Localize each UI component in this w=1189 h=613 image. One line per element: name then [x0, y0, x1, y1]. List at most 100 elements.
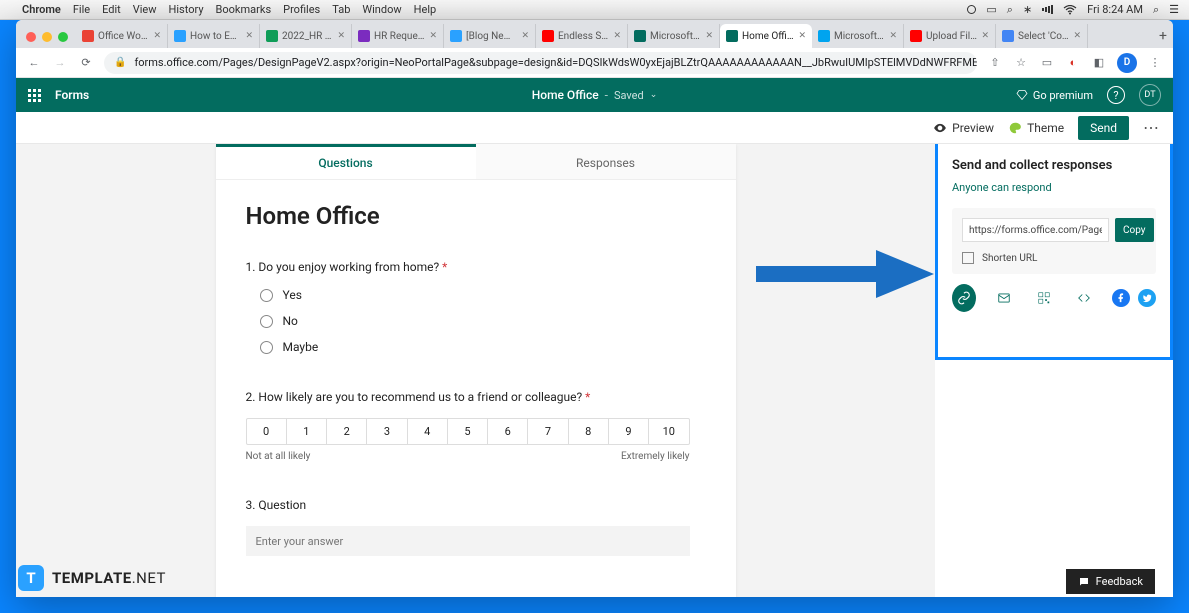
send-collect-panel: Send and collect responses Anyone can re…	[935, 144, 1173, 360]
reload-button[interactable]: ⟳	[78, 55, 94, 71]
browser-tab[interactable]: Microsoft acco✕	[812, 24, 904, 48]
browser-tab[interactable]: HR Requests✕	[352, 24, 444, 48]
extensions-icon[interactable]: ▭	[1039, 55, 1055, 71]
shorten-url-option[interactable]: Shorten URL	[962, 252, 1146, 264]
close-window-button[interactable]	[26, 32, 36, 42]
tab-close-icon[interactable]: ✕	[337, 31, 345, 41]
tab-questions[interactable]: Questions	[216, 144, 476, 179]
menu-tab[interactable]: Tab	[332, 3, 350, 16]
q1-option-maybe[interactable]: Maybe	[260, 340, 706, 354]
menu-edit[interactable]: Edit	[102, 3, 121, 16]
nps-cell[interactable]: 8	[569, 419, 609, 444]
share-icon[interactable]: ⇧	[987, 55, 1003, 71]
code-icon	[1077, 291, 1091, 305]
maximize-window-button[interactable]	[58, 32, 68, 42]
nps-cell[interactable]: 3	[367, 419, 407, 444]
q3-input[interactable]	[246, 526, 690, 556]
share-twitter-button[interactable]	[1138, 289, 1156, 307]
extension-other-icon[interactable]: ◧	[1091, 55, 1107, 71]
browser-tab[interactable]: Home Office✕	[720, 24, 812, 48]
browser-tab[interactable]: Office Workers✕	[76, 24, 168, 48]
tab-close-icon[interactable]: ✕	[981, 31, 989, 41]
q1-option-yes[interactable]: Yes	[260, 288, 706, 302]
favicon-icon	[726, 30, 738, 42]
nps-cell[interactable]: 4	[408, 419, 448, 444]
tab-close-icon[interactable]: ✕	[1073, 31, 1081, 41]
tab-close-icon[interactable]: ✕	[521, 31, 529, 41]
app-launcher-icon[interactable]	[28, 89, 41, 102]
browser-tab[interactable]: 2022_HR Requ✕	[260, 24, 352, 48]
menu-profiles[interactable]: Profiles	[283, 3, 320, 16]
share-url-input[interactable]	[962, 218, 1109, 242]
copy-button[interactable]: Copy	[1115, 218, 1154, 242]
chevron-down-icon[interactable]: ⌄	[650, 90, 658, 100]
menu-file[interactable]: File	[73, 3, 90, 16]
nps-cell[interactable]: 5	[448, 419, 488, 444]
share-facebook-button[interactable]	[1112, 289, 1130, 307]
status-control-center-icon[interactable]: ☰	[1169, 3, 1179, 16]
email-icon	[997, 291, 1011, 305]
nps-cell[interactable]: 6	[488, 419, 528, 444]
status-search-icon[interactable]: ⌕	[1153, 3, 1159, 17]
more-menu-button[interactable]: ⋯	[1143, 118, 1159, 137]
favicon-icon	[450, 30, 462, 42]
preview-button[interactable]: Preview	[933, 121, 994, 135]
q3-text: Question	[258, 498, 306, 512]
bookmark-icon[interactable]: ☆	[1013, 55, 1029, 71]
theme-button[interactable]: Theme	[1008, 121, 1064, 135]
tab-close-icon[interactable]: ✕	[613, 31, 621, 41]
menu-app[interactable]: Chrome	[22, 3, 61, 16]
tab-close-icon[interactable]: ✕	[245, 31, 253, 41]
profile-avatar[interactable]: D	[1117, 53, 1137, 73]
tabstrip: Office Workers✕How to Embed i✕2022_HR Re…	[16, 20, 1173, 48]
tab-close-icon[interactable]: ✕	[705, 31, 713, 41]
share-embed-button[interactable]	[1072, 284, 1096, 312]
nps-cell[interactable]: 2	[327, 419, 367, 444]
menu-view[interactable]: View	[133, 3, 157, 16]
share-email-button[interactable]	[992, 284, 1016, 312]
tab-close-icon[interactable]: ✕	[798, 31, 806, 41]
forward-button[interactable]: →	[52, 55, 68, 71]
chrome-menu-button[interactable]: ⋮	[1147, 55, 1163, 71]
status-bars-icon	[1042, 5, 1053, 14]
q1-option-no[interactable]: No	[260, 314, 706, 328]
tab-close-icon[interactable]: ✕	[429, 31, 437, 41]
browser-tab[interactable]: How to Embed i✕	[168, 24, 260, 48]
help-button[interactable]: ?	[1107, 86, 1125, 104]
menu-window[interactable]: Window	[362, 3, 401, 16]
browser-tab[interactable]: Select 'Collect✕	[996, 24, 1088, 48]
tab-close-icon[interactable]: ✕	[153, 31, 161, 41]
address-bar[interactable]: 🔒 forms.office.com/Pages/DesignPageV2.as…	[104, 52, 977, 74]
nps-cell[interactable]: 10	[649, 419, 688, 444]
lock-icon: 🔒	[114, 57, 126, 68]
back-button[interactable]: ←	[26, 55, 42, 71]
tab-close-icon[interactable]: ✕	[889, 31, 897, 41]
form-title[interactable]: Home Office	[532, 88, 599, 102]
app-name[interactable]: Forms	[55, 88, 89, 102]
menu-help[interactable]: Help	[414, 3, 437, 16]
minimize-window-button[interactable]	[42, 32, 52, 42]
feedback-button[interactable]: Feedback	[1066, 569, 1155, 594]
url-text: forms.office.com/Pages/DesignPageV2.aspx…	[134, 56, 977, 69]
send-button[interactable]: Send	[1078, 116, 1129, 140]
browser-tab[interactable]: [Blog New Key✕	[444, 24, 536, 48]
menu-bookmarks[interactable]: Bookmarks	[216, 3, 272, 16]
user-avatar[interactable]: DT	[1139, 84, 1161, 106]
go-premium-button[interactable]: Go premium	[1016, 89, 1093, 102]
browser-tab[interactable]: Endless Sun✕	[536, 24, 628, 48]
new-tab-button[interactable]: +	[1153, 28, 1173, 48]
tab-responses[interactable]: Responses	[476, 144, 736, 179]
share-qr-button[interactable]	[1032, 284, 1056, 312]
menu-history[interactable]: History	[169, 3, 204, 16]
share-link-button[interactable]	[952, 284, 976, 312]
nps-cell[interactable]: 0	[247, 419, 287, 444]
anyone-respond-link[interactable]: Anyone can respond	[952, 181, 1156, 194]
status-bt-icon: ∗	[1023, 3, 1032, 16]
browser-tab[interactable]: Microsoft Forms✕	[628, 24, 720, 48]
extension-badge-icon[interactable]: ◐	[1065, 55, 1081, 71]
nps-cell[interactable]: 7	[528, 419, 568, 444]
nps-cell[interactable]: 1	[287, 419, 327, 444]
browser-tab[interactable]: Upload Files in✕	[904, 24, 996, 48]
nps-cell[interactable]: 9	[609, 419, 649, 444]
form-title-text[interactable]: Home Office	[246, 202, 706, 230]
